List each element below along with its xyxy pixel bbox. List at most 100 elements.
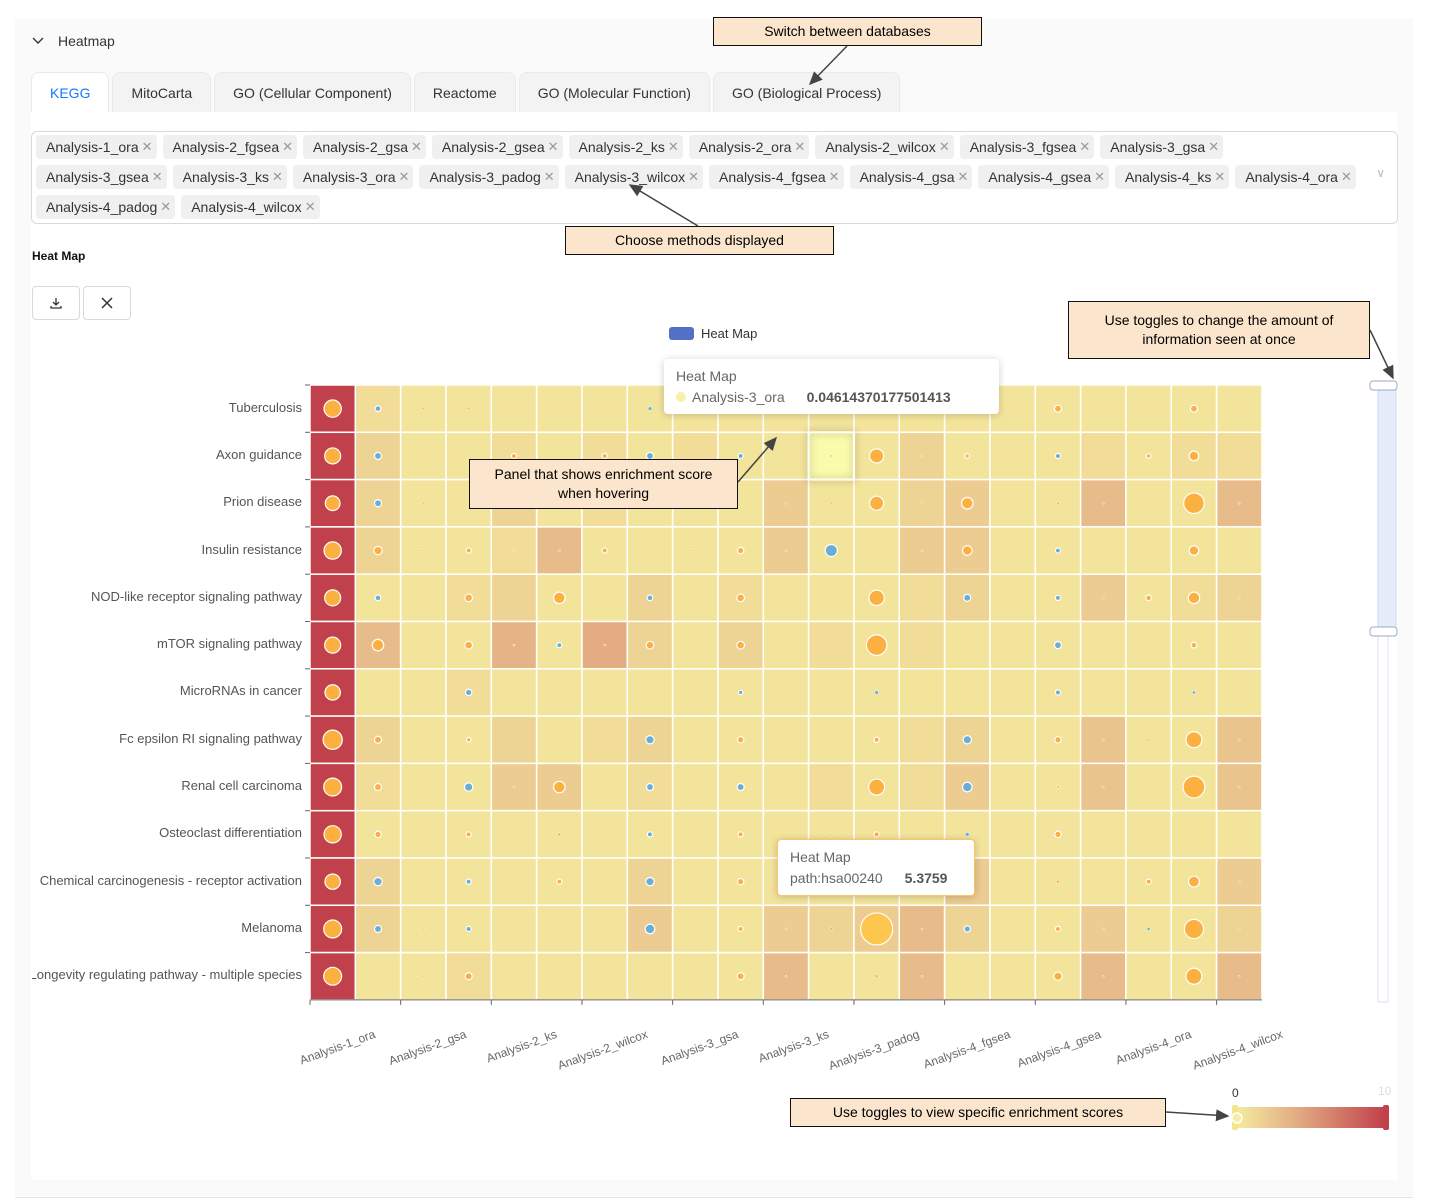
- heatmap-cell[interactable]: [581, 668, 629, 717]
- score-dot[interactable]: [557, 832, 562, 837]
- heatmap-cell[interactable]: [762, 573, 810, 623]
- score-dot[interactable]: [1147, 785, 1150, 789]
- score-dot[interactable]: [601, 547, 608, 554]
- score-dot[interactable]: [860, 912, 894, 946]
- score-dot[interactable]: [422, 502, 425, 505]
- score-dot[interactable]: [1054, 689, 1062, 696]
- score-dot[interactable]: [1183, 492, 1205, 515]
- score-dot[interactable]: [324, 447, 342, 465]
- score-dot[interactable]: [603, 643, 606, 647]
- score-dot[interactable]: [373, 924, 383, 934]
- score-dot[interactable]: [465, 547, 472, 554]
- heatmap-cell[interactable]: [490, 809, 538, 859]
- score-dot[interactable]: [373, 499, 383, 508]
- heatmap-cell[interactable]: [581, 809, 629, 859]
- score-dot[interactable]: [874, 690, 879, 695]
- score-dot[interactable]: [464, 688, 473, 697]
- score-dot[interactable]: [1238, 880, 1241, 883]
- score-dot[interactable]: [694, 549, 697, 552]
- score-dot[interactable]: [1102, 785, 1105, 789]
- score-dot[interactable]: [1053, 641, 1063, 650]
- heatmap-cell[interactable]: [490, 951, 538, 1001]
- score-dot[interactable]: [1011, 975, 1014, 978]
- score-dot[interactable]: [465, 878, 472, 885]
- score-dot[interactable]: [1053, 971, 1063, 982]
- score-dot[interactable]: [512, 880, 516, 883]
- score-dot[interactable]: [873, 831, 880, 838]
- score-dot[interactable]: [1190, 641, 1198, 649]
- heatmap-cell[interactable]: [581, 857, 629, 907]
- score-dot[interactable]: [830, 785, 833, 789]
- heatmap-cell[interactable]: [581, 715, 629, 765]
- heatmap-cell[interactable]: [1079, 857, 1127, 907]
- score-dot[interactable]: [736, 546, 745, 555]
- heatmap-cell[interactable]: [1215, 809, 1263, 859]
- heatmap-cell[interactable]: [535, 951, 583, 1001]
- score-dot[interactable]: [1011, 691, 1014, 694]
- score-dot[interactable]: [736, 877, 745, 886]
- score-dot[interactable]: [645, 734, 655, 745]
- score-dot[interactable]: [868, 448, 885, 464]
- score-dot[interactable]: [373, 876, 383, 887]
- score-dot[interactable]: [1185, 731, 1203, 749]
- heatmap-cell[interactable]: [490, 715, 538, 765]
- heatmap-cell[interactable]: [535, 904, 583, 954]
- score-dot[interactable]: [645, 782, 655, 792]
- score-dot[interactable]: [920, 927, 924, 931]
- score-dot[interactable]: [323, 966, 343, 986]
- score-dot[interactable]: [784, 502, 788, 505]
- score-dot[interactable]: [737, 925, 744, 933]
- heatmap-cell[interactable]: [807, 668, 855, 717]
- score-dot[interactable]: [422, 454, 425, 458]
- heatmap-cell[interactable]: [762, 762, 810, 812]
- heatmap-cell[interactable]: [1125, 384, 1173, 434]
- score-dot[interactable]: [371, 638, 385, 652]
- score-dot[interactable]: [1011, 596, 1014, 600]
- score-dot[interactable]: [1054, 452, 1062, 460]
- score-dot[interactable]: [1011, 549, 1014, 552]
- score-dot[interactable]: [647, 406, 653, 411]
- score-dot[interactable]: [323, 399, 342, 418]
- score-dot[interactable]: [1102, 738, 1105, 741]
- score-dot[interactable]: [322, 729, 343, 750]
- score-dot[interactable]: [422, 785, 425, 789]
- heatmap-cell[interactable]: [490, 573, 538, 623]
- score-dot[interactable]: [422, 833, 425, 836]
- score-dot[interactable]: [422, 975, 425, 978]
- score-dot[interactable]: [920, 833, 924, 836]
- heatmap-cell[interactable]: [581, 762, 629, 812]
- score-dot[interactable]: [920, 454, 924, 458]
- score-dot[interactable]: [510, 452, 518, 460]
- score-dot[interactable]: [1102, 927, 1105, 931]
- score-dot[interactable]: [920, 643, 924, 647]
- score-dot[interactable]: [1056, 501, 1060, 505]
- score-dot[interactable]: [1011, 927, 1014, 931]
- score-dot[interactable]: [694, 691, 697, 694]
- score-dot[interactable]: [736, 593, 746, 603]
- score-dot[interactable]: [965, 832, 970, 837]
- score-dot[interactable]: [784, 975, 788, 978]
- score-dot[interactable]: [1053, 404, 1063, 413]
- score-dot[interactable]: [1102, 596, 1105, 600]
- heatmap-cell[interactable]: [1215, 526, 1263, 575]
- score-dot[interactable]: [1011, 880, 1014, 883]
- score-dot[interactable]: [1054, 594, 1062, 602]
- score-dot[interactable]: [422, 407, 425, 410]
- score-dot[interactable]: [964, 453, 971, 459]
- score-dot[interactable]: [1192, 690, 1196, 695]
- score-dot[interactable]: [737, 831, 744, 838]
- score-dot[interactable]: [920, 975, 924, 978]
- score-dot[interactable]: [1102, 975, 1105, 978]
- score-dot[interactable]: [645, 640, 655, 650]
- score-dot[interactable]: [865, 634, 888, 656]
- score-dot[interactable]: [830, 596, 833, 600]
- score-dot[interactable]: [646, 831, 654, 838]
- score-dot[interactable]: [694, 596, 697, 600]
- heatmap-cell[interactable]: [671, 951, 719, 1001]
- score-dot[interactable]: [464, 972, 473, 981]
- score-dot[interactable]: [324, 495, 341, 512]
- score-dot[interactable]: [373, 545, 383, 556]
- score-dot[interactable]: [737, 452, 744, 460]
- score-dot[interactable]: [1054, 547, 1062, 554]
- score-dot[interactable]: [736, 640, 746, 650]
